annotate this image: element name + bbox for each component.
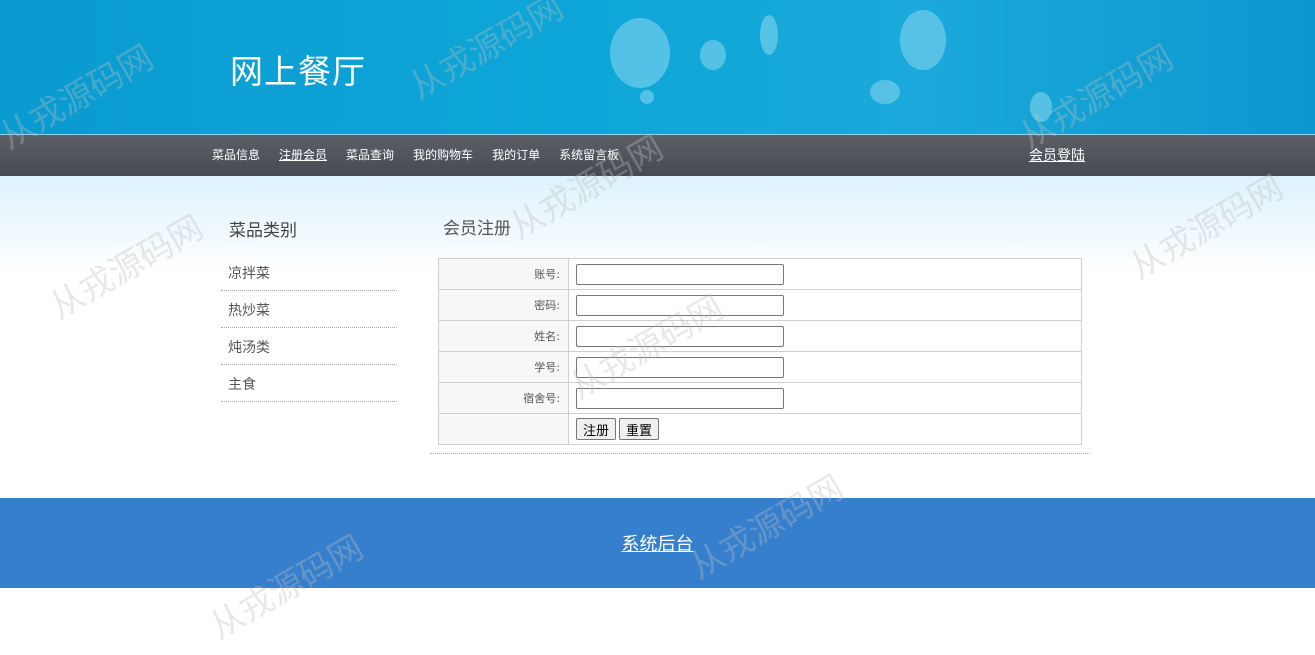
dorm-label: 宿舍号: xyxy=(438,382,569,414)
name-input[interactable] xyxy=(576,325,784,347)
navbar: 菜品信息 注册会员 菜品查询 我的购物车 我的订单 系统留言板 会员登陆 xyxy=(0,134,1315,176)
form-row: 账号: xyxy=(438,258,1082,290)
dorm-input[interactable] xyxy=(576,387,784,409)
sidebar-title: 菜品类别 xyxy=(229,221,297,241)
nav-item-orders[interactable]: 我的订单 xyxy=(492,147,540,163)
footer: 系统后台 xyxy=(0,498,1315,588)
header-banner: 网上餐厅 xyxy=(0,0,1315,134)
banner-splash xyxy=(900,10,946,70)
banner-splash xyxy=(610,18,670,88)
reset-button[interactable]: 重置 xyxy=(619,418,660,440)
nav-item-cart[interactable]: 我的购物车 xyxy=(413,147,473,163)
category-sidebar: 菜品类别 凉拌菜 热炒菜 炖汤类 主食 xyxy=(221,218,397,402)
banner-splash xyxy=(1030,92,1052,122)
banner-splash xyxy=(640,90,654,104)
site-title: 网上餐厅 xyxy=(230,52,366,91)
category-item[interactable]: 热炒菜 xyxy=(221,291,397,328)
account-label: 账号: xyxy=(438,258,569,290)
nav-item-dishes[interactable]: 菜品信息 xyxy=(212,147,260,163)
category-item[interactable]: 凉拌菜 xyxy=(221,254,397,291)
register-button[interactable]: 注册 xyxy=(576,418,617,440)
form-title: 会员注册 xyxy=(443,219,511,239)
banner-splash xyxy=(870,80,900,104)
password-input[interactable] xyxy=(576,294,784,316)
form-row: 姓名: xyxy=(438,320,1082,352)
form-row: 注册 重置 xyxy=(438,413,1082,445)
student-id-label: 学号: xyxy=(438,351,569,383)
category-item[interactable]: 主食 xyxy=(221,365,397,402)
password-label: 密码: xyxy=(438,289,569,321)
nav-links: 菜品信息 注册会员 菜品查询 我的购物车 我的订单 系统留言板 xyxy=(212,147,638,163)
nav-item-register[interactable]: 注册会员 xyxy=(279,147,327,163)
name-label: 姓名: xyxy=(438,320,569,352)
banner-splash xyxy=(700,40,726,70)
category-item[interactable]: 炖汤类 xyxy=(221,328,397,365)
register-form: 账号: 密码: 姓名: 学号: 宿舍号: 注册 重置 xyxy=(438,258,1082,445)
form-row: 学号: xyxy=(438,351,1082,383)
form-row: 密码: xyxy=(438,289,1082,321)
admin-backend-link[interactable]: 系统后台 xyxy=(0,534,1315,556)
account-input[interactable] xyxy=(576,263,784,285)
banner-splash xyxy=(760,15,778,55)
register-panel: 会员注册 账号: 密码: 姓名: 学号: 宿舍号: 注册 重置 xyxy=(430,216,1090,454)
nav-item-search[interactable]: 菜品查询 xyxy=(346,147,394,163)
member-login-link[interactable]: 会员登陆 xyxy=(1029,147,1085,165)
divider xyxy=(430,453,1090,454)
form-row: 宿舍号: xyxy=(438,382,1082,414)
nav-item-guestbook[interactable]: 系统留言板 xyxy=(559,147,619,163)
student-id-input[interactable] xyxy=(576,356,784,378)
